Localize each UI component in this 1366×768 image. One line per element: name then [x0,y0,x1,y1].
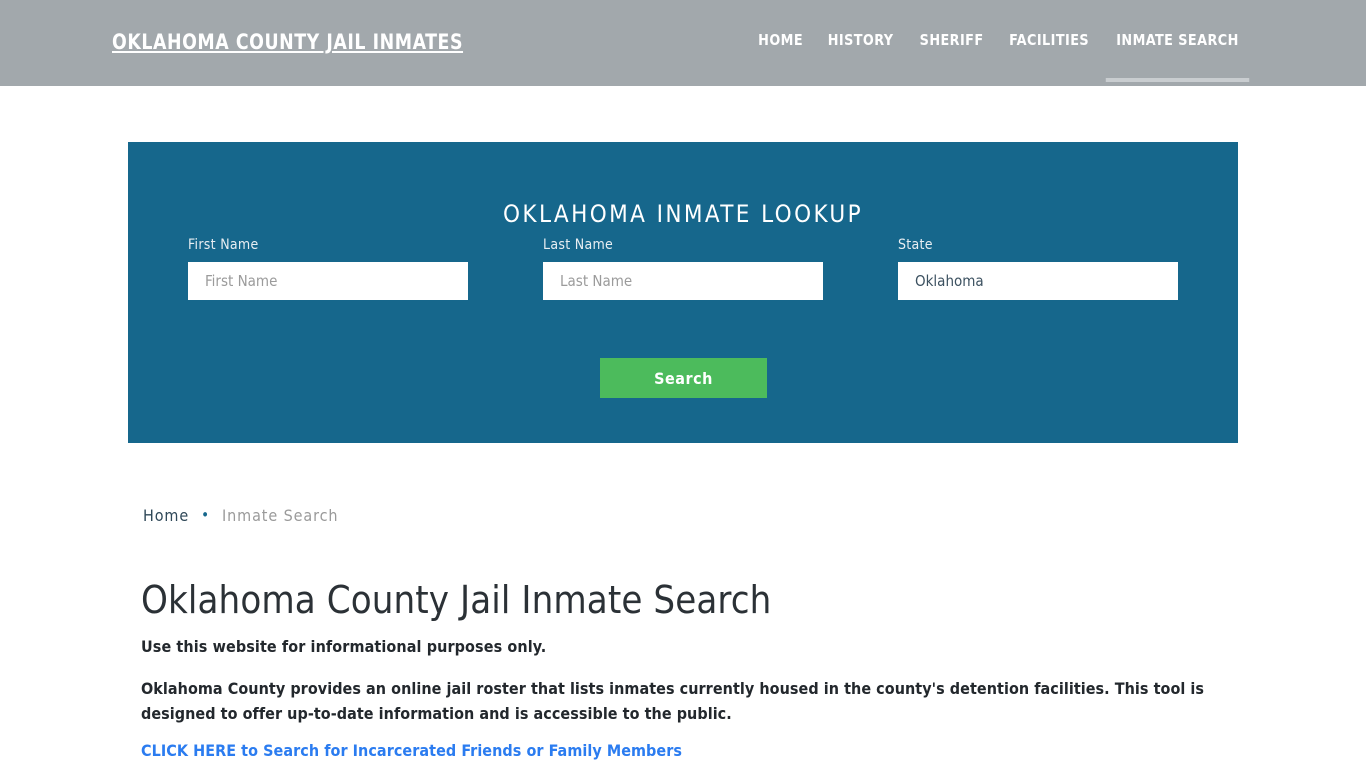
inmate-lookup-panel: Oklahoma Inmate Lookup First Name Last N… [128,142,1238,443]
search-submit-button[interactable]: Search [600,358,767,398]
state-field-group: State [898,237,1178,300]
first-name-input[interactable] [188,262,468,300]
nav-item-inmate-search[interactable]: Inmate Search [1105,31,1250,82]
nav-item-sheriff[interactable]: Sheriff [909,31,994,49]
breadcrumb: Home • Inmate Search [143,506,338,525]
state-input[interactable] [898,262,1178,300]
breadcrumb-home-link[interactable]: Home [143,506,189,525]
intro-paragraph: Oklahoma County provides an online jail … [141,679,1205,723]
breadcrumb-separator-bullet-icon: • [201,506,210,524]
last-name-label: Last Name [543,237,614,253]
breadcrumb-current-page: Inmate Search [222,506,339,525]
page-title: Oklahoma County Jail Inmate Search [141,578,772,622]
site-header: Oklahoma County Jail Inmates Home Histor… [0,0,1366,86]
lookup-panel-title: Oklahoma Inmate Lookup [503,199,863,228]
inmate-search-cta-link[interactable]: CLICK HERE to Search for Incarcerated Fr… [141,741,682,760]
last-name-input[interactable] [543,262,823,300]
nav-item-home[interactable]: Home [748,31,814,49]
disclaimer-text: Use this website for informational purpo… [141,637,547,656]
first-name-label: First Name [188,237,259,253]
first-name-field-group: First Name [188,237,468,300]
nav-item-history[interactable]: History [818,31,905,49]
main-navigation: Home History Sheriff Facilities Inmate S… [746,31,1253,82]
state-label: State [898,237,933,253]
nav-item-facilities[interactable]: Facilities [999,31,1100,49]
last-name-field-group: Last Name [543,237,823,300]
site-brand-logo[interactable]: Oklahoma County Jail Inmates [112,30,463,54]
